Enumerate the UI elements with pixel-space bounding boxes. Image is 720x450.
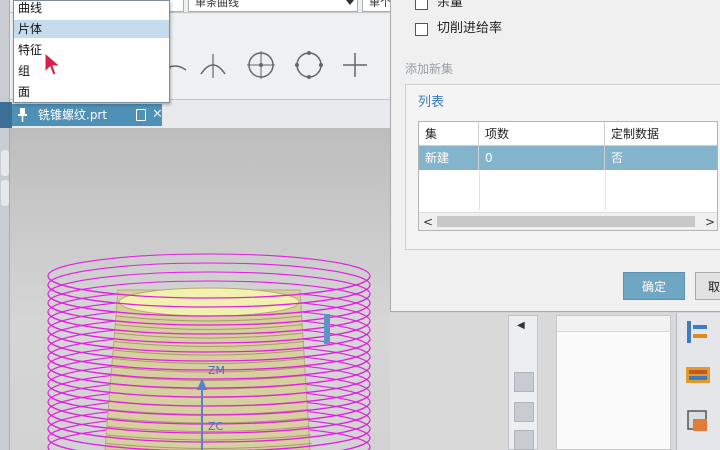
- column-header-set[interactable]: 集: [419, 122, 479, 146]
- ok-button[interactable]: 确定: [623, 272, 685, 300]
- selection-scope-combo[interactable]: 单个: [362, 0, 390, 12]
- navigator-area: ◀: [390, 313, 720, 450]
- crosshair-snap-icon[interactable]: [340, 50, 370, 80]
- type-filter-dropdown: 曲线 片体 特征 组 面: [13, 0, 170, 103]
- machine-tool-navigator-icon[interactable]: [683, 359, 713, 389]
- resource-bar: [676, 313, 720, 450]
- model-view: ZM ZC: [47, 253, 371, 450]
- curve-rule-combo[interactable]: 单条曲线: [188, 0, 358, 12]
- file-tab[interactable]: 铣锥螺纹.prt ✕: [12, 104, 163, 126]
- geometry-navigator-icon[interactable]: [683, 405, 713, 435]
- table-row[interactable]: 新建 0 否: [419, 146, 717, 170]
- zm-axis-label: ZM: [208, 364, 225, 377]
- menu-item-curve[interactable]: 曲线: [14, 0, 169, 17]
- cell-set: 新建: [419, 146, 479, 170]
- stock-checkbox-label: 余量: [437, 0, 464, 10]
- add-new-set-label[interactable]: 添加新集: [405, 60, 453, 77]
- left-edge-bar: [0, 0, 10, 450]
- menu-item-group[interactable]: 组: [14, 62, 169, 80]
- navigator-panel-header: [557, 316, 670, 332]
- grid-line: [479, 170, 480, 210]
- scroll-right-icon[interactable]: >: [705, 215, 715, 229]
- operation-navigator-icon[interactable]: [683, 317, 713, 347]
- menu-item-sheet-body[interactable]: 片体: [14, 20, 169, 38]
- cad-main-window: 单条曲线 单个 铣锥螺纹.prt ✕ ZM ZC 曲线 片体 特征 组 面: [0, 0, 390, 450]
- scroll-left-icon[interactable]: <: [423, 215, 433, 229]
- type-filter-combo-edge[interactable]: [168, 0, 184, 12]
- cancel-button[interactable]: 取: [695, 272, 720, 300]
- document-icon: [136, 109, 146, 121]
- navigator-panel: [556, 315, 671, 450]
- cell-custom-data: 否: [605, 146, 717, 170]
- horizontal-scrollbar[interactable]: < >: [419, 212, 717, 230]
- selection-scope-value: 单个: [369, 0, 390, 9]
- list-group: 列表 集 项数 定制数据 新建 0 否 < >: [405, 84, 720, 250]
- strip-tool-icon[interactable]: [514, 402, 534, 422]
- chevron-down-icon: [346, 0, 354, 5]
- circle-center-snap-icon[interactable]: [246, 50, 276, 80]
- cell-count: 0: [479, 146, 605, 170]
- collapse-arrow-icon[interactable]: ◀: [517, 320, 525, 331]
- quadrant-snap-icon[interactable]: [294, 50, 324, 80]
- strip-tool-icon[interactable]: [514, 430, 534, 450]
- menu-item-feature[interactable]: 特征: [14, 41, 169, 59]
- file-tab-title: 铣锥螺纹.prt: [38, 108, 108, 122]
- mouse-pointer-icon: [44, 52, 62, 76]
- strip-tool-icon[interactable]: [514, 372, 534, 392]
- stock-checkbox[interactable]: [415, 0, 428, 10]
- zc-axis-label: ZC: [208, 420, 224, 433]
- scroll-thumb[interactable]: [437, 216, 695, 227]
- column-header-custom-data[interactable]: 定制数据: [605, 122, 717, 146]
- pin-icon[interactable]: [17, 108, 28, 122]
- grid-line: [605, 170, 606, 210]
- edge-handle[interactable]: [1, 150, 9, 176]
- curve-rule-value: 单条曲线: [195, 0, 239, 9]
- list-group-title[interactable]: 列表: [418, 91, 444, 110]
- feedrate-checkbox-label: 切削进给率: [437, 21, 503, 36]
- feedrate-checkbox[interactable]: [415, 23, 428, 36]
- resource-bar-indicator: [324, 314, 330, 344]
- column-header-count[interactable]: 项数: [479, 122, 605, 146]
- cut-parameters-dialog: 余量 切削进给率 添加新集 列表 集 项数 定制数据 新建 0 否 < > 确定…: [390, 0, 720, 312]
- navigator-side-strip: ◀: [508, 315, 538, 450]
- arc-center-snap-icon[interactable]: [198, 50, 228, 80]
- menu-item-face[interactable]: 面: [14, 83, 169, 101]
- edge-handle[interactable]: [1, 180, 9, 206]
- graphics-viewport[interactable]: ZM ZC: [10, 128, 390, 450]
- close-tab-icon[interactable]: ✕: [152, 104, 163, 126]
- helix-turn-back: [47, 253, 371, 277]
- tab-strip-marker: [0, 102, 12, 128]
- sets-table: 集 项数 定制数据 新建 0 否 < >: [418, 121, 718, 231]
- cone-top-face: [118, 287, 300, 317]
- helix-turn-back: [47, 262, 371, 286]
